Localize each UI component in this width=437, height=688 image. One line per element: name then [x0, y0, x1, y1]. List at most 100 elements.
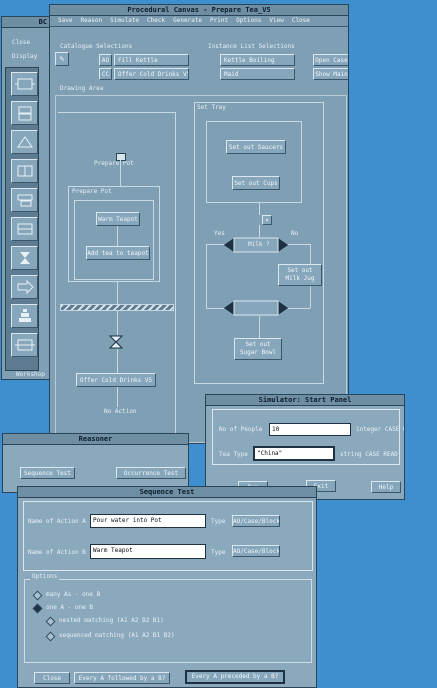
yes-label: Yes: [214, 230, 225, 237]
help-button[interactable]: Help: [371, 481, 401, 493]
set-tray-inner: [206, 121, 302, 203]
warm-teapot-node[interactable]: Warm Teapot: [96, 212, 140, 226]
occurrence-test-button[interactable]: Occurrence Test: [116, 467, 186, 479]
type-b-select[interactable]: AO/Case/Block: [232, 545, 280, 557]
condition-tool-icon[interactable]: [11, 217, 38, 241]
connector: [117, 226, 118, 246]
preceded-by-button[interactable]: Every A preceded by a B?: [185, 670, 285, 684]
toolbox-close-menu[interactable]: Close: [12, 39, 30, 46]
milk-decision[interactable]: Milk ?: [224, 237, 288, 253]
x-node-icon[interactable]: ×: [262, 215, 272, 225]
menu-close[interactable]: Close: [288, 16, 314, 26]
connector: [206, 308, 224, 309]
action-a-field[interactable]: Pour water into Pot: [90, 514, 206, 528]
connector: [117, 349, 118, 373]
prepare-pot-label: Prepare Pot: [72, 188, 112, 195]
people-type: integer CASE READ: [356, 426, 404, 433]
options-label: Options: [30, 573, 60, 580]
connector: [206, 244, 207, 308]
offer-cold-node[interactable]: Offer Cold Drinks V5: [76, 373, 156, 387]
action-b-field[interactable]: Warm Teapot: [90, 544, 206, 559]
connector: [259, 316, 260, 338]
show-main-button[interactable]: Show Main: [313, 68, 348, 80]
menu-check[interactable]: Check: [143, 16, 169, 26]
merge-decision: [224, 300, 288, 316]
people-field[interactable]: 10: [269, 423, 351, 436]
option-sequenced-label[interactable]: sequenced matching (A1 A2 B1 B2): [59, 632, 175, 639]
toolbox-footer: Workshop: [16, 371, 45, 378]
toolbox-window: BC Close Display Workshop: [1, 16, 51, 380]
route-tool-icon[interactable]: [11, 275, 38, 299]
toolbox-palette: [5, 67, 39, 371]
menu-generate[interactable]: Generate: [169, 16, 206, 26]
drawing-area[interactable]: Prepare Pot Prepare Pot Warm Teapot Add …: [55, 95, 347, 443]
connector: [288, 308, 310, 309]
menu-reason[interactable]: Reason: [76, 16, 106, 26]
catalogue-code-ao[interactable]: AO: [99, 54, 112, 66]
stack-tool-icon[interactable]: [11, 304, 38, 328]
milk-label: Milk ?: [248, 241, 270, 248]
sequence-tool-icon[interactable]: [11, 72, 38, 96]
set-saucers-node[interactable]: Set out Saucers: [226, 140, 286, 154]
pencil-icon[interactable]: ✎: [55, 52, 69, 66]
close-button[interactable]: Close: [34, 672, 70, 684]
set-milk-node[interactable]: Set out Milk Jug: [278, 264, 322, 286]
add-tea-node[interactable]: Add tea to teapot: [86, 246, 150, 260]
split-tool-icon[interactable]: [11, 333, 38, 357]
menu-simulate[interactable]: Simulate: [106, 16, 143, 26]
open-case-button[interactable]: Open Case: [313, 54, 348, 66]
left-lane-header: Prepare Pot: [94, 160, 134, 167]
fork-tool-icon[interactable]: [11, 159, 38, 183]
simulator-window: Simulator: Start Panel No of People 10 i…: [205, 394, 405, 500]
simulator-title: Simulator: Start Panel: [206, 395, 404, 406]
branch-tool-icon[interactable]: [11, 101, 38, 125]
actions-panel: [23, 501, 313, 571]
toolbox-display-menu[interactable]: Display: [12, 53, 37, 60]
tea-type-label: Tea Type: [219, 451, 248, 458]
option-many-one-label[interactable]: many As - one B: [46, 591, 100, 598]
sequence-test-window: Sequence Test Name of Action A Pour wate…: [17, 486, 317, 688]
catalogue-label: Catalogue Selections: [60, 43, 133, 50]
option-nested-label[interactable]: nested matching (A1 A2 B2 B1): [59, 617, 164, 624]
action-b-label: Name of Action B: [28, 549, 86, 556]
start-node: [116, 153, 126, 161]
reasoner-window: Reasoner Sequence Test Occurrence Test: [2, 433, 189, 493]
canvas-menubar: Save Reason Simulate Check Generate Print Opti…: [50, 16, 348, 27]
set-sugar-node[interactable]: Set out Sugar Bowl: [234, 338, 282, 360]
set-cups-node[interactable]: Set out Cups: [232, 176, 280, 190]
option-one-one-label[interactable]: one A - one B: [46, 604, 93, 611]
no-action-label: No Action: [104, 408, 137, 415]
tea-type-field[interactable]: "China": [253, 446, 335, 461]
menu-save[interactable]: Save: [54, 16, 76, 26]
catalogue-code-cc[interactable]: CC: [99, 68, 112, 80]
connector: [310, 286, 311, 308]
type-a-select[interactable]: AO/Case/Block: [232, 515, 280, 527]
menu-print[interactable]: Print: [206, 16, 232, 26]
timer-tool-icon[interactable]: [11, 246, 38, 270]
connector: [117, 387, 118, 407]
hourglass-icon: [108, 335, 124, 351]
menu-options[interactable]: Options: [232, 16, 265, 26]
instance-maid[interactable]: Maid: [220, 68, 295, 80]
no-label: No: [291, 230, 299, 237]
connector: [259, 225, 260, 237]
followed-by-button[interactable]: Every A followed by a B?: [74, 672, 170, 684]
catalogue-item-fill-kettle[interactable]: Fill Kettle: [114, 54, 189, 66]
connector: [206, 244, 224, 245]
catalogue-item-offer-cold-drinks[interactable]: Offer Cold Drinks V5: [114, 68, 189, 80]
instance-label: Instance List Selections: [208, 43, 295, 50]
connector: [120, 160, 121, 186]
reasoner-title: Reasoner: [3, 434, 188, 445]
set-tray-label: Set Tray: [197, 104, 226, 111]
loop-tool-icon[interactable]: [11, 130, 38, 154]
type-a-label: Type: [211, 518, 226, 525]
sequence-test-button[interactable]: Sequence Test: [20, 467, 75, 479]
merge-tool-icon[interactable]: [11, 188, 38, 212]
connector: [259, 203, 260, 215]
drawing-area-label: Drawing Area: [60, 85, 104, 92]
connector: [310, 244, 311, 264]
action-a-label: Name of Action A: [28, 518, 86, 525]
menu-view[interactable]: View: [265, 16, 287, 26]
instance-kettle-boiling[interactable]: Kettle Boiling: [220, 54, 295, 66]
sync-bar: [60, 304, 174, 311]
